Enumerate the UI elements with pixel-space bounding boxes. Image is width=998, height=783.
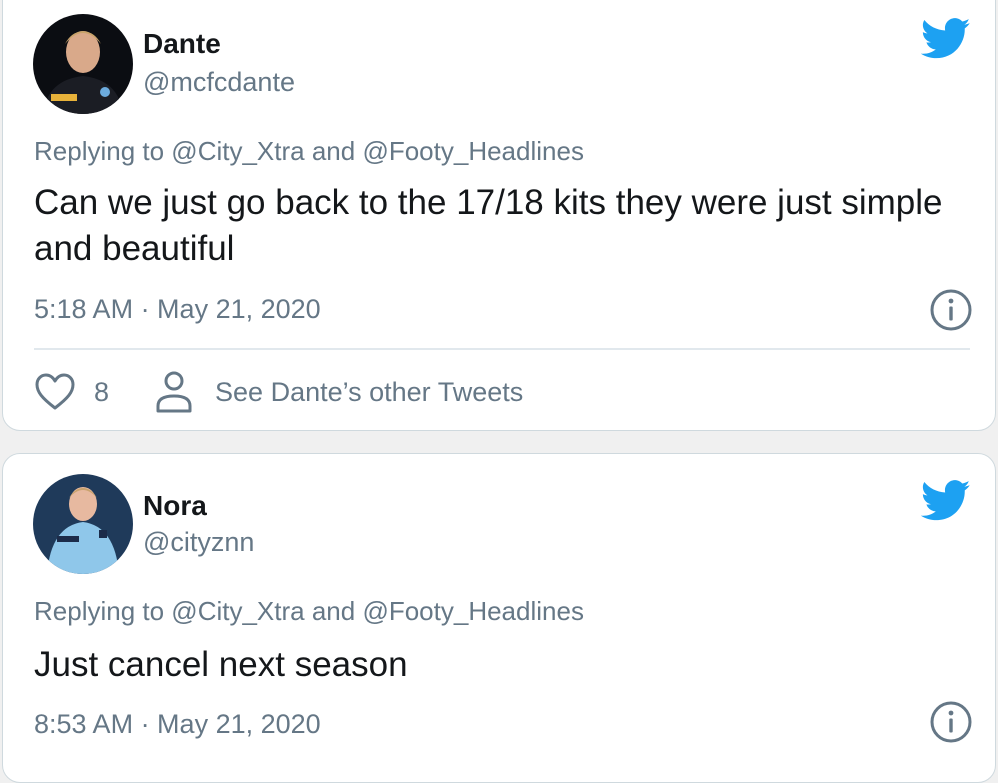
replying-to: Replying to @City_Xtra and @Footy_Headli…	[34, 596, 584, 626]
author-handle[interactable]: @mcfcdante	[143, 67, 295, 98]
tweet-timestamp[interactable]: 5:18 AM · May 21, 2020	[34, 294, 321, 325]
avatar[interactable]	[33, 14, 133, 114]
replying-to: Replying to @City_Xtra and @Footy_Headli…	[34, 136, 584, 166]
avatar[interactable]	[33, 474, 133, 574]
tweet-text: Can we just go back to the 17/18 kits th…	[34, 183, 943, 268]
info-icon[interactable]	[929, 700, 973, 744]
info-icon[interactable]	[929, 288, 973, 332]
heart-icon[interactable]	[34, 372, 76, 412]
author-name[interactable]: Nora	[143, 490, 207, 522]
tweet-card-nora[interactable]: Nora @cityznn Replying to @City_Xtra and…	[2, 453, 996, 783]
tweet-timestamp[interactable]: 8:53 AM · May 21, 2020	[34, 709, 321, 740]
tweet-actions: 8 See Dante’s other Tweets	[34, 367, 523, 417]
twitter-bird-icon[interactable]	[921, 18, 971, 60]
author-name[interactable]: Dante	[143, 28, 221, 60]
tweet-card-dante[interactable]: Dante @mcfcdante Replying to @City_Xtra …	[2, 0, 996, 431]
twitter-bird-icon[interactable]	[921, 480, 971, 522]
person-icon[interactable]	[155, 370, 193, 414]
see-other-tweets-link[interactable]: See Dante’s other Tweets	[215, 377, 523, 408]
like-count[interactable]: 8	[94, 377, 109, 408]
author-handle[interactable]: @cityznn	[143, 527, 254, 558]
divider	[34, 348, 970, 350]
tweet-text: Just cancel next season	[34, 645, 408, 684]
